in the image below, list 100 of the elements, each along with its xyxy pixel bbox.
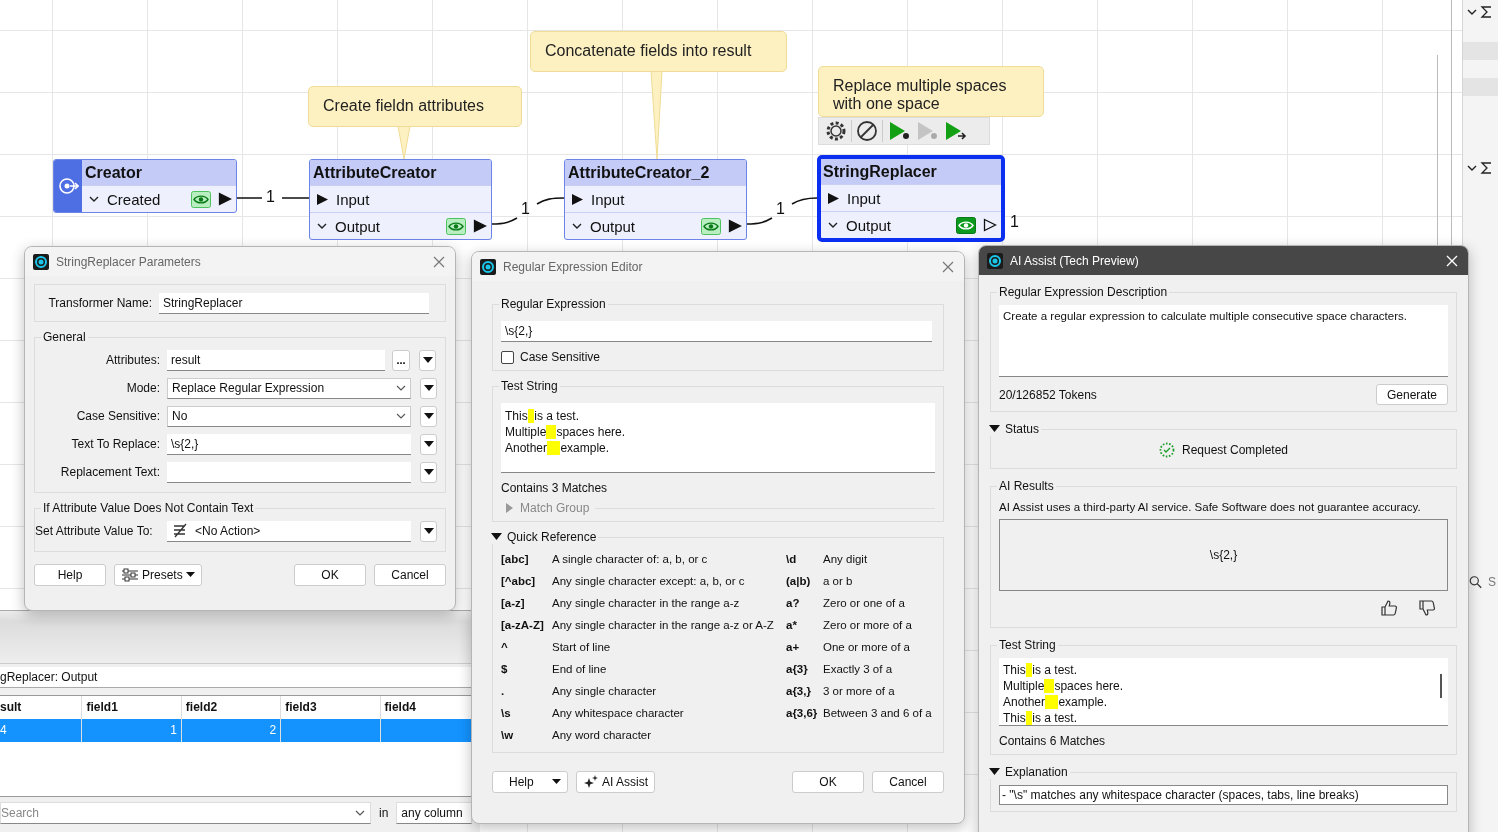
close-icon[interactable]: [942, 260, 954, 273]
regex-token: a*: [786, 619, 797, 631]
app-icon: [987, 252, 1003, 269]
caret-icon: [423, 440, 434, 448]
regex-token: [a-zA-Z]: [501, 619, 544, 631]
options-button[interactable]: [420, 377, 437, 399]
port-label: Output: [846, 216, 892, 234]
dialog-button[interactable]: AI Assist: [576, 771, 655, 793]
dialog-button[interactable]: Cancel: [872, 771, 944, 793]
dialog-button[interactable]: Presets: [114, 564, 202, 586]
browse-button[interactable]: ...: [392, 349, 410, 371]
eye-icon[interactable]: [956, 216, 976, 234]
transformer-node[interactable]: AttributeCreator_2 Input Output: [564, 159, 747, 240]
options-button[interactable]: [420, 520, 437, 542]
input-arrow-icon: [316, 192, 329, 206]
token-description: Zero or more of a: [823, 619, 912, 631]
transformer-node[interactable]: AttributeCreator Input Output: [309, 159, 492, 240]
field-label: Transformer Name:: [47, 296, 152, 310]
dropdown-field[interactable]: <No Action>: [167, 520, 411, 542]
scrollbar-thumb[interactable]: [1440, 674, 1442, 698]
annotation-note[interactable]: Replace multiple spaces with one space: [818, 66, 1044, 117]
eye-icon[interactable]: [446, 217, 466, 235]
panel-header: [1463, 42, 1498, 60]
token-description: Any whitespace character: [552, 707, 684, 719]
port-label: Output: [590, 217, 636, 235]
search-field[interactable]: S: [1488, 575, 1496, 589]
dialog-title: StringReplacer Parameters: [56, 254, 201, 269]
port-label: Input: [591, 190, 625, 208]
run-icon[interactable]: [887, 120, 911, 142]
options-button[interactable]: [420, 405, 437, 427]
table-cell: 2: [269, 723, 277, 737]
app-icon: [480, 258, 496, 275]
chevron-icon: [396, 383, 406, 393]
test-string-line: Multiple spaces here.: [505, 424, 627, 440]
options-button[interactable]: [419, 349, 436, 371]
crossed-list-icon: [171, 522, 189, 539]
sliders-icon: [121, 568, 139, 582]
regex-token: [abc]: [501, 553, 529, 565]
text-field[interactable]: StringReplacer: [159, 292, 429, 314]
eye-icon[interactable]: [191, 190, 211, 208]
dialog-button[interactable]: OK: [294, 564, 366, 586]
annotation-pointer: [397, 125, 411, 160]
caret-icon: [423, 412, 434, 420]
search-icon[interactable]: [1469, 574, 1482, 590]
column-select[interactable]: any column: [396, 802, 473, 824]
dialog-title: AI Assist (Tech Preview): [1010, 253, 1139, 268]
panel-header: [1463, 78, 1498, 96]
creator-icon: [57, 175, 79, 197]
settings-icon[interactable]: [825, 120, 847, 142]
disable-icon[interactable]: [856, 120, 878, 142]
run-icon[interactable]: [943, 120, 967, 142]
output-arrow-icon: [728, 219, 742, 233]
transformer-node[interactable]: Creator Created: [53, 159, 237, 213]
node-title: StringReplacer: [821, 159, 1001, 184]
sigma-icon[interactable]: [1480, 5, 1494, 19]
generate-button[interactable]: Generate: [1376, 384, 1448, 405]
transformer-node[interactable]: StringReplacer Input Output: [817, 155, 1005, 242]
thumbs-down-icon[interactable]: [1418, 599, 1436, 617]
text-field[interactable]: [167, 461, 411, 483]
regex-token: a{3,6}: [786, 707, 818, 719]
output-arrow-icon: [983, 218, 997, 232]
annotation-note[interactable]: Create fieldn attributes: [308, 86, 522, 127]
test-string-line: Another example.: [1003, 694, 1109, 710]
feature-count: 1: [776, 200, 785, 218]
expand-triangle-icon[interactable]: [491, 532, 502, 542]
regex-token: a+: [786, 641, 800, 653]
eye-icon[interactable]: [701, 217, 721, 235]
dropdown-field[interactable]: No: [167, 405, 411, 427]
dialog-button[interactable]: Help: [34, 564, 106, 586]
expand-triangle-icon[interactable]: [989, 424, 1000, 434]
text-field[interactable]: \s{2,}: [501, 321, 932, 342]
text-field[interactable]: \s{2,}: [167, 433, 411, 455]
dialog-button[interactable]: Help: [492, 771, 568, 793]
test-string-line: This is a test.: [1003, 662, 1079, 678]
sigma-icon[interactable]: [1480, 161, 1494, 175]
input-arrow-icon: [827, 191, 840, 205]
token-description: Start of line: [552, 641, 611, 653]
dialog-title: Regular Expression Editor: [503, 259, 643, 274]
options-button[interactable]: [420, 433, 437, 455]
dialog-button[interactable]: Cancel: [374, 564, 446, 586]
field-label: Set Attribute Value To:: [35, 524, 154, 538]
regex-token: \w: [501, 729, 514, 741]
text-field[interactable]: result: [167, 349, 385, 371]
dropdown-field[interactable]: Replace Regular Expression: [167, 377, 411, 399]
test-string-line: Multiple spaces here.: [1003, 678, 1125, 694]
close-icon[interactable]: [433, 255, 445, 268]
caret-icon: [423, 468, 434, 476]
options-button[interactable]: [420, 461, 437, 483]
search-field[interactable]: Search: [0, 802, 371, 824]
thumbs-up-icon[interactable]: [1380, 599, 1398, 617]
regex-result: \s{2,}: [1209, 548, 1238, 562]
test-string-field[interactable]: This is a test. Multiple spaces here. Another example. This is a test.: [999, 658, 1448, 726]
expand-triangle-icon[interactable]: [989, 767, 1000, 777]
port-label: Input: [336, 190, 370, 208]
check-circle-icon: [1158, 442, 1175, 458]
checkbox[interactable]: [501, 350, 514, 364]
annotation-note[interactable]: Concatenate fields into result: [530, 31, 787, 72]
dialog-button[interactable]: OK: [792, 771, 864, 793]
test-string-field[interactable]: This is a test. Multiple spaces here. Another example.: [501, 403, 935, 473]
description-field[interactable]: Create a regular expression to calculate multiple consecutive space characters.: [999, 305, 1448, 377]
